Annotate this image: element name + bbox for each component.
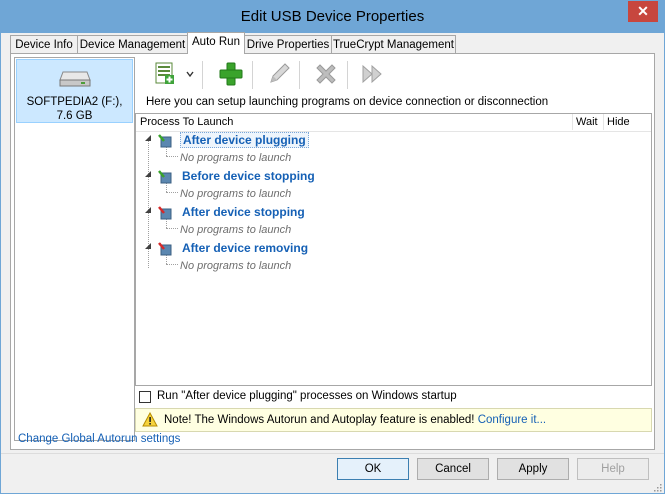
- device-size: 7.6 GB: [56, 110, 93, 122]
- global-autorun-settings-link[interactable]: Change Global Autorun settings: [18, 433, 180, 445]
- startup-checkbox[interactable]: [139, 391, 151, 403]
- event-label[interactable]: After device stopping: [180, 205, 307, 219]
- tree-leaf[interactable]: No programs to launch: [136, 222, 651, 240]
- new-program-icon: [155, 62, 174, 84]
- tree-node-after-stopping[interactable]: After device stopping: [136, 204, 651, 222]
- event-label[interactable]: After device plugging: [180, 132, 309, 148]
- expander-icon[interactable]: [145, 207, 151, 213]
- add-menu-dropdown[interactable]: [184, 59, 196, 89]
- ok-button[interactable]: OK: [337, 458, 409, 480]
- tree-node-after-removing[interactable]: After device removing: [136, 240, 651, 258]
- grid-header: Process To Launch Wait Hide: [136, 114, 651, 132]
- tree-node-before-stopping[interactable]: Before device stopping: [136, 168, 651, 186]
- auto-run-panel: SOFTPEDIA2 (F:), 7.6 GB Here you can set…: [10, 53, 655, 450]
- tree-leaf[interactable]: No programs to launch: [136, 150, 651, 168]
- x-delete-icon: [316, 64, 336, 84]
- tree-node-after-plugging[interactable]: After device plugging: [136, 132, 651, 150]
- resize-grip-icon[interactable]: [652, 482, 662, 492]
- toolbar-separator: [202, 61, 203, 89]
- startup-checkbox-label[interactable]: Run "After device plugging" processes on…: [157, 390, 457, 402]
- usb-drive-icon: [59, 71, 91, 87]
- edit-button[interactable]: [264, 59, 294, 89]
- tree-leaf[interactable]: No programs to launch: [136, 186, 651, 204]
- empty-programs-label: No programs to launch: [180, 260, 292, 272]
- pencil-icon: [270, 63, 290, 83]
- window-title: Edit USB Device Properties: [240, 8, 425, 25]
- remove-icon: [158, 242, 172, 256]
- dialog-window: Edit USB Device Properties ✕ Device Info…: [0, 0, 665, 494]
- tab-drive-properties[interactable]: Drive Properties: [244, 35, 332, 53]
- device-item[interactable]: SOFTPEDIA2 (F:), 7.6 GB: [16, 59, 133, 123]
- apply-button[interactable]: Apply: [497, 458, 569, 480]
- chevron-down-icon: [186, 71, 194, 78]
- tab-device-info[interactable]: Device Info: [10, 35, 78, 53]
- process-grid: Process To Launch Wait Hide After device…: [135, 113, 652, 386]
- add-button[interactable]: [216, 59, 246, 89]
- delete-button[interactable]: [311, 59, 341, 89]
- new-program-button[interactable]: [152, 59, 182, 89]
- close-icon: ✕: [637, 3, 649, 19]
- expander-icon[interactable]: [145, 171, 151, 177]
- toolbar-separator: [252, 61, 253, 89]
- button-bar: OK Cancel Apply Help: [1, 453, 664, 493]
- toolbar-separator: [347, 61, 348, 89]
- toolbar-separator: [299, 61, 300, 89]
- tab-device-management[interactable]: Device Management: [77, 35, 188, 53]
- column-hide[interactable]: Hide: [607, 116, 630, 128]
- help-button[interactable]: Help: [577, 458, 649, 480]
- close-button[interactable]: ✕: [628, 1, 658, 22]
- device-name: SOFTPEDIA2 (F:),: [26, 96, 123, 108]
- title-bar[interactable]: Edit USB Device Properties ✕: [1, 1, 664, 33]
- expander-icon[interactable]: [145, 135, 151, 141]
- empty-programs-label: No programs to launch: [180, 224, 292, 236]
- empty-programs-label: No programs to launch: [180, 152, 292, 164]
- expander-icon[interactable]: [145, 243, 151, 249]
- notice-message: Note! The Windows Autorun and Autoplay f…: [164, 414, 546, 426]
- empty-programs-label: No programs to launch: [180, 188, 292, 200]
- cancel-button[interactable]: Cancel: [417, 458, 489, 480]
- event-label[interactable]: After device removing: [180, 241, 310, 255]
- column-separator: [572, 114, 573, 130]
- warning-icon: [142, 412, 158, 427]
- autorun-hint: Here you can setup launching programs on…: [146, 96, 549, 108]
- before-stop-icon: [158, 170, 172, 184]
- notice-text: Note! The Windows Autorun and Autoplay f…: [164, 414, 475, 426]
- device-label: SOFTPEDIA2 (F:), 7.6 GB: [17, 95, 132, 123]
- configure-link[interactable]: Configure it...: [478, 414, 546, 426]
- plug-in-icon: [158, 134, 172, 148]
- run-button[interactable]: [358, 59, 388, 89]
- tab-auto-run[interactable]: Auto Run: [187, 32, 245, 54]
- tab-truecrypt-management[interactable]: TrueCrypt Management: [331, 35, 456, 53]
- autorun-notice: Note! The Windows Autorun and Autoplay f…: [135, 408, 652, 432]
- column-wait[interactable]: Wait: [576, 116, 598, 128]
- event-label[interactable]: Before device stopping: [180, 169, 317, 183]
- run-icon: [362, 64, 382, 84]
- column-process-to-launch[interactable]: Process To Launch: [140, 116, 233, 128]
- column-separator: [603, 114, 604, 130]
- device-list: SOFTPEDIA2 (F:), 7.6 GB: [14, 57, 135, 441]
- tree-leaf[interactable]: No programs to launch: [136, 258, 651, 276]
- after-stop-icon: [158, 206, 172, 220]
- plus-icon: [219, 62, 243, 86]
